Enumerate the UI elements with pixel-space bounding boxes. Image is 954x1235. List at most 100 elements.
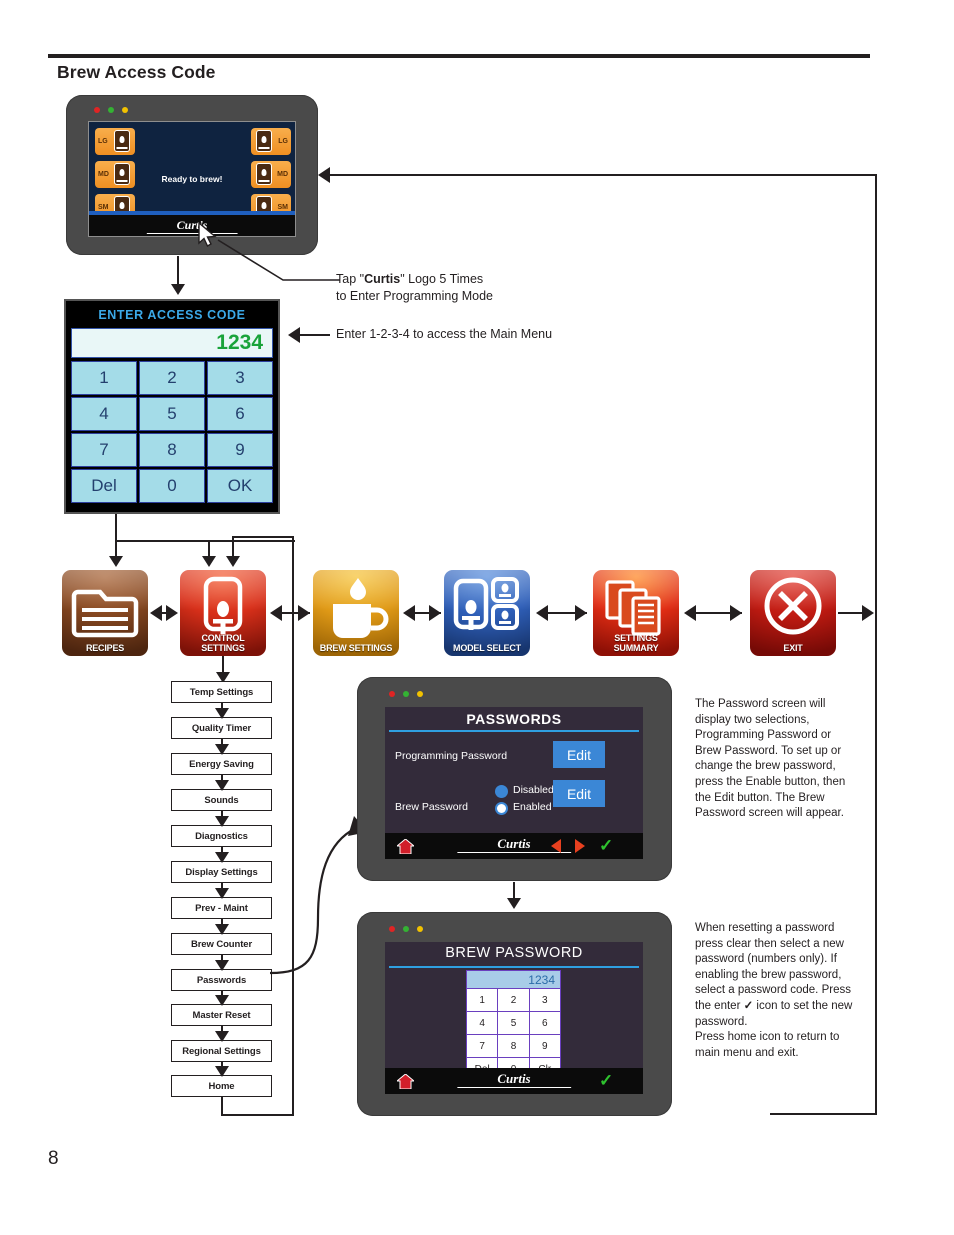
prev-arrow-icon[interactable] xyxy=(551,839,561,853)
led-green-icon xyxy=(108,107,114,113)
keypad-key-1[interactable]: 1 xyxy=(467,988,499,1011)
status-text: Ready to brew! xyxy=(161,174,223,184)
menu-icon-settings-summary[interactable]: SETTINGS SUMMARY xyxy=(593,570,679,656)
programming-password-edit-button[interactable]: Edit xyxy=(553,741,605,768)
radio-disabled[interactable] xyxy=(495,785,508,798)
menu-icon-label: MODEL SELECT xyxy=(453,643,521,653)
led-indicators xyxy=(389,691,423,697)
flow-arrow-right xyxy=(429,605,441,621)
home-screen-display: LG MD SM LG MD SM Ready to brew! Curtis xyxy=(88,121,296,237)
keypad-key-8[interactable]: 8 xyxy=(139,433,205,467)
keypad-key-9[interactable]: 9 xyxy=(207,433,273,467)
enter-access-code-screen: ENTER ACCESS CODE 1234 1 2 3 4 5 6 7 8 9… xyxy=(64,299,280,514)
flow-arrow-down xyxy=(171,284,185,295)
keypad-key-7[interactable]: 7 xyxy=(467,1034,499,1057)
check-icon: ✓ xyxy=(743,999,754,1012)
return-arrow-left xyxy=(318,167,330,183)
keypad-key-9[interactable]: 9 xyxy=(529,1034,560,1057)
led-yellow-icon xyxy=(417,691,423,697)
keypad-key-2[interactable]: 2 xyxy=(498,988,530,1011)
radio-enabled[interactable] xyxy=(495,802,508,815)
flow-line-right-rail xyxy=(875,174,877,1115)
callout-arrow-left xyxy=(288,327,300,343)
menu-icon-recipes[interactable]: RECIPES xyxy=(62,570,148,656)
annotation-text: " Logo 5 Times xyxy=(400,272,484,286)
keypad-key-4[interactable]: 4 xyxy=(71,397,137,431)
keypad-key-0[interactable]: 0 xyxy=(139,469,205,503)
menu-item-home[interactable]: Home xyxy=(171,1075,272,1097)
keypad-key-del[interactable]: Del xyxy=(71,469,137,503)
flow-line xyxy=(177,256,179,286)
keypad-key-2[interactable]: 2 xyxy=(139,361,205,395)
menu-icon-brew-settings[interactable]: BREW SETTINGS xyxy=(313,570,399,656)
menu-item-diagnostics[interactable]: Diagnostics xyxy=(171,825,272,847)
led-red-icon xyxy=(94,107,100,113)
menu-item-display-settings[interactable]: Display Settings xyxy=(171,861,272,883)
menu-icon-label: EXIT xyxy=(783,643,803,653)
keypad-key-1[interactable]: 1 xyxy=(71,361,137,395)
flow-arrow-down xyxy=(109,556,123,567)
menu-item-quality-timer[interactable]: Quality Timer xyxy=(171,717,272,739)
flow-line xyxy=(115,514,117,542)
menu-item-master-reset[interactable]: Master Reset xyxy=(171,1004,272,1026)
menu-item-temp-settings[interactable]: Temp Settings xyxy=(171,681,272,703)
folder-icon xyxy=(71,589,139,638)
keypad-row: 7 8 9 xyxy=(467,1034,560,1057)
flow-arrow-right xyxy=(166,605,178,621)
brew-button-right-lg[interactable]: LG xyxy=(251,128,291,155)
menu-icon-label: BREW SETTINGS xyxy=(319,643,393,653)
keypad-key-5[interactable]: 5 xyxy=(139,397,205,431)
next-arrow-icon[interactable] xyxy=(575,839,585,853)
led-yellow-icon xyxy=(417,926,423,932)
brew-button-label: LG xyxy=(278,138,288,145)
menu-item-regional-settings[interactable]: Regional Settings xyxy=(171,1040,272,1062)
page-number: 8 xyxy=(48,1148,59,1169)
note-text: Press home icon to return to main menu a… xyxy=(695,1031,840,1059)
flow-line xyxy=(232,536,294,538)
annotation-enter-code: Enter 1-2-3-4 to access the Main Menu xyxy=(336,327,553,341)
keypad-key-8[interactable]: 8 xyxy=(498,1034,530,1057)
flow-arrow-right xyxy=(730,605,742,621)
note-text: When resetting a password press clear th… xyxy=(695,922,851,1012)
access-code-keypad[interactable]: 1 2 3 4 5 6 7 8 9 Del 0 OK xyxy=(69,361,275,505)
curtis-logo[interactable]: Curtis xyxy=(89,218,295,233)
keypad-key-3[interactable]: 3 xyxy=(529,988,560,1011)
multi-brewer-icon xyxy=(453,577,519,630)
page-title: Brew Access Code xyxy=(57,62,216,82)
flow-line xyxy=(330,174,877,176)
annotation-tap-logo: Tap "Curtis" Logo 5 Times to Enter Progr… xyxy=(336,271,493,305)
keypad-key-6[interactable]: 6 xyxy=(207,397,273,431)
brew-button-left-lg[interactable]: LG xyxy=(95,128,135,155)
menu-icon-model-select[interactable]: MODEL SELECT xyxy=(444,570,530,656)
menu-item-brew-counter[interactable]: Brew Counter xyxy=(171,933,272,955)
menu-item-sounds[interactable]: Sounds xyxy=(171,789,272,811)
callout-leader-line xyxy=(217,239,340,281)
menu-icon-control-settings[interactable]: CONTROL SETTINGS xyxy=(180,570,266,656)
menu-item-passwords[interactable]: Passwords xyxy=(171,969,272,991)
led-indicators xyxy=(94,107,128,113)
flow-arrow-down xyxy=(507,898,521,909)
flow-line xyxy=(770,1113,877,1115)
menu-icon-label: CONTROL SETTINGS xyxy=(201,633,245,653)
keypad-key-6[interactable]: 6 xyxy=(529,1011,560,1034)
led-green-icon xyxy=(403,691,409,697)
keypad-key-4[interactable]: 4 xyxy=(467,1011,499,1034)
brew-password-keypad[interactable]: 1234 1 2 3 4 5 6 7 8 9 Del 0 Clr xyxy=(466,970,561,1081)
brew-button-label: SM xyxy=(98,204,109,211)
keypad-key-ok[interactable]: OK xyxy=(207,469,273,503)
check-icon[interactable]: ✓ xyxy=(599,837,613,854)
passwords-screen-bezel: PASSWORDS Programming Password Edit Brew… xyxy=(357,677,672,881)
keypad-key-5[interactable]: 5 xyxy=(498,1011,530,1034)
keypad-key-3[interactable]: 3 xyxy=(207,361,273,395)
brewer-icon xyxy=(256,130,272,152)
brew-button-label: SM xyxy=(277,204,289,211)
menu-icon-exit[interactable]: EXIT xyxy=(750,570,836,656)
keypad-key-7[interactable]: 7 xyxy=(71,433,137,467)
check-icon[interactable]: ✓ xyxy=(599,1072,613,1089)
keypad-row: 1 2 3 xyxy=(467,988,560,1011)
menu-item-prev-maint[interactable]: Prev - Maint xyxy=(171,897,272,919)
brew-password-edit-button[interactable]: Edit xyxy=(553,780,605,807)
flow-line xyxy=(221,1114,293,1116)
menu-item-energy-saving[interactable]: Energy Saving xyxy=(171,753,272,775)
flow-arrow-right xyxy=(298,605,310,621)
